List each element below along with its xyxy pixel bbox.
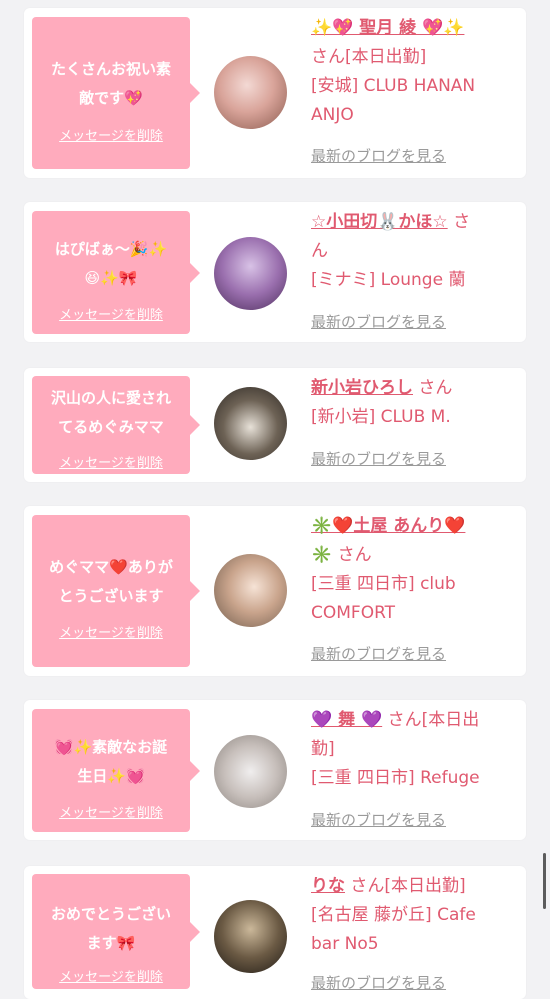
latest-blog-link[interactable]: 最新のブログを見る [311,972,446,993]
profile-info: りな さん[本日出勤] [名古屋 藤が丘] Cafe bar No5 [311,872,521,959]
message-text-line: とうございます [58,587,164,605]
profile-suffix: さ [453,212,471,232]
message-bubble: 沢山の人に愛され てるめぐみママ メッセージを削除 [32,376,200,474]
message-bubble: 💓✨素敵なお誕 生日✨💓 メッセージを削除 [32,709,200,832]
profile-info: ✨💖 聖月 綾 💖✨ さん[本日出勤] [安城] CLUB HANAN ANJO [311,14,521,130]
profile-suffix: さん[本日出勤] [350,876,466,896]
delete-message-link[interactable]: メッセージを削除 [32,622,190,641]
delete-message-link[interactable]: メッセージを削除 [32,966,190,985]
profile-info: ✳️❤️土屋 あんり❤️ ✳️ さん [三重 四日市] club COMFORT [311,512,521,628]
message-card: はぴばぁ〜🎉✨ 😆✨🎀 メッセージを削除 ☆小田切🐰かほ☆ さ ん [ミナミ] … [24,202,526,342]
profile-info: 新小岩ひろし さん [新小岩] CLUB M. [311,374,521,432]
message-text-line: 😆✨🎀 [84,269,138,287]
message-text-line: 敵です💖 [79,89,143,107]
message-text-line: 生日✨💓 [77,767,145,785]
profile-name-link[interactable]: 新小岩ひろし [311,378,413,398]
profile-name-link[interactable]: ✳️❤️土屋 あんり❤️ [311,516,465,536]
delete-message-link[interactable]: メッセージを削除 [32,125,190,144]
profile-info-line: さん[本日出勤] [311,47,427,67]
profile-suffix: さん[本日出 [387,710,480,730]
avatar[interactable] [214,237,287,310]
latest-blog-link[interactable]: 最新のブログを見る [311,145,446,166]
latest-blog-link[interactable]: 最新のブログを見る [311,311,446,332]
profile-name-link[interactable]: ☆小田切🐰かほ☆ [311,212,448,232]
shop-line: [安城] CLUB HANAN [311,76,476,96]
avatar[interactable] [214,735,287,808]
delete-message-link[interactable]: メッセージを削除 [32,304,190,323]
message-bubble: たくさんお祝い素 敵です💖 メッセージを削除 [32,17,200,169]
latest-blog-link[interactable]: 最新のブログを見る [311,643,446,664]
avatar[interactable] [214,900,287,973]
message-card: おめでとうござい ます🎀 メッセージを削除 りな さん[本日出勤] [名古屋 藤… [24,866,526,999]
shop-line: ANJO [311,105,354,125]
message-text-line: はぴばぁ〜🎉✨ [54,240,168,258]
message-bubble: めぐママ❤️ありが とうございます メッセージを削除 [32,515,200,667]
shop-line: [名古屋 藤が丘] Cafe [311,905,476,925]
message-bubble: はぴばぁ〜🎉✨ 😆✨🎀 メッセージを削除 [32,211,200,334]
profile-info: ☆小田切🐰かほ☆ さ ん [ミナミ] Lounge 蘭 [311,208,521,295]
delete-message-link[interactable]: メッセージを削除 [32,802,190,821]
avatar[interactable] [214,387,287,460]
profile-info-line: ✳️ さん [311,545,372,565]
message-text-line: 💓✨素敵なお誕 [54,738,168,756]
scrollbar[interactable] [543,853,546,909]
avatar[interactable] [214,554,287,627]
message-card: 沢山の人に愛され てるめぐみママ メッセージを削除 新小岩ひろし さん [新小岩… [24,368,526,482]
message-card: めぐママ❤️ありが とうございます メッセージを削除 ✳️❤️土屋 あんり❤️ … [24,506,526,676]
message-card: 💓✨素敵なお誕 生日✨💓 メッセージを削除 💜 舞 💜 さん[本日出 勤] [三… [24,700,526,840]
profile-suffix: さん [418,378,453,398]
message-card: たくさんお祝い素 敵です💖 メッセージを削除 ✨💖 聖月 綾 💖✨ さん[本日出… [24,8,526,178]
delete-message-link[interactable]: メッセージを削除 [32,452,190,471]
latest-blog-link[interactable]: 最新のブログを見る [311,448,446,469]
profile-name-link[interactable]: ✨💖 聖月 綾 💖✨ [311,18,464,38]
shop-line: bar No5 [311,934,379,954]
shop-line: [ミナミ] Lounge 蘭 [311,270,466,290]
shop-line: [新小岩] CLUB M. [311,407,451,427]
message-text-line: おめでとうござい [50,905,171,923]
shop-line: [三重 四日市] Refuge [311,768,480,788]
profile-name-link[interactable]: りな [311,876,345,896]
profile-info-line: 勤] [311,739,335,759]
message-text-line: てるめぐみママ [58,418,164,436]
message-text-line: たくさんお祝い素 [50,60,171,78]
avatar[interactable] [214,56,287,129]
shop-line: COMFORT [311,603,396,623]
profile-name-link[interactable]: 💜 舞 💜 [311,710,382,730]
message-bubble: おめでとうござい ます🎀 メッセージを削除 [32,874,200,989]
profile-info: 💜 舞 💜 さん[本日出 勤] [三重 四日市] Refuge [311,706,521,793]
profile-info-line: ん [311,241,328,261]
shop-line: [三重 四日市] club [311,574,456,594]
latest-blog-link[interactable]: 最新のブログを見る [311,809,446,830]
message-text-line: めぐママ❤️ありが [49,558,173,576]
message-text-line: 沢山の人に愛され [50,389,171,407]
message-text-line: ます🎀 [86,934,136,952]
